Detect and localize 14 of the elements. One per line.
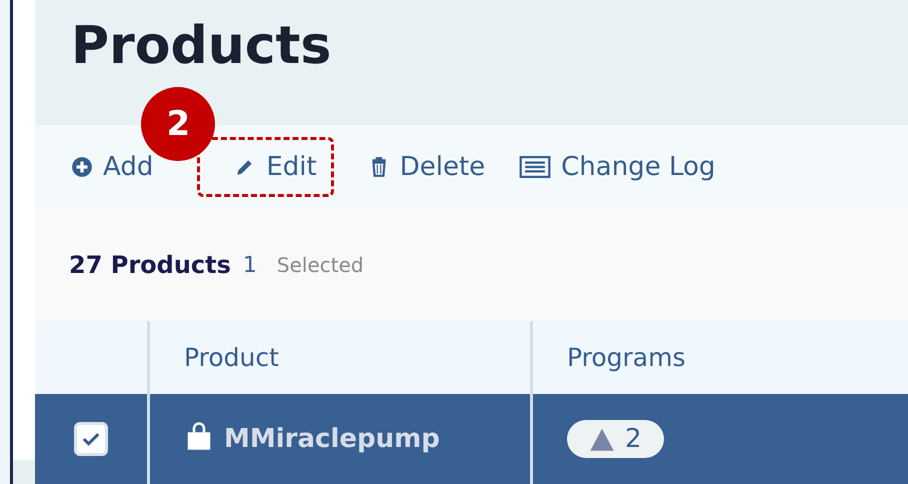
- list-icon: [519, 156, 552, 178]
- mountain-icon: [589, 426, 615, 452]
- column-header[interactable]: Product: [147, 321, 530, 394]
- selected-count: 1: [242, 252, 257, 278]
- log-button[interactable]: Change Log: [519, 154, 716, 180]
- page-title: Products: [71, 15, 332, 78]
- row-checkbox[interactable]: [74, 422, 108, 456]
- plus-circle-icon: [71, 156, 93, 178]
- delete-button[interactable]: Delete: [368, 154, 486, 180]
- column-header[interactable]: Programs: [530, 321, 908, 394]
- selected-label: Selected: [276, 253, 364, 278]
- programs-pill[interactable]: 2: [567, 420, 664, 458]
- product-name[interactable]: MMiraclepump: [224, 424, 440, 454]
- product-count: 27 Products: [69, 251, 231, 280]
